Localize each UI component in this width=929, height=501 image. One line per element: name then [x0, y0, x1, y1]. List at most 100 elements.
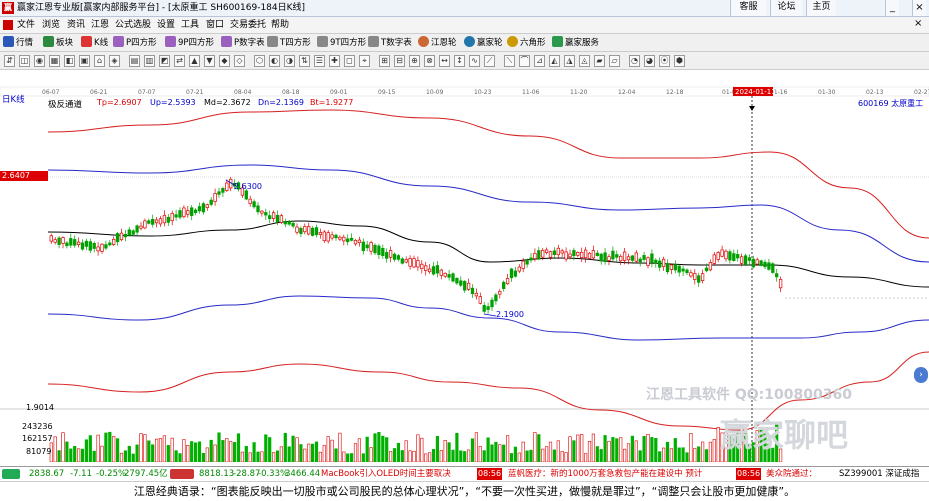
drawing-tool-icon[interactable]: ⦿	[659, 55, 670, 67]
sz-index-icon	[170, 469, 194, 479]
news-ticker-2[interactable]: 蓝帆医疗：新的1000万套急救包产能在建设中 预计	[508, 467, 702, 481]
toolbar-kline[interactable]: K线	[81, 36, 108, 50]
toolbar-gann-wheel[interactable]: 江恩轮	[418, 36, 457, 50]
drawing-tool-icon[interactable]: ▥	[144, 55, 155, 67]
volume-bar	[591, 433, 595, 462]
menu-info[interactable]: 资讯	[67, 18, 85, 33]
drawing-tool-icon[interactable]: ⊿	[534, 55, 545, 67]
drawing-tool-icon[interactable]: ◭	[549, 55, 560, 67]
volume-bar	[607, 440, 611, 462]
toolbar-hexagon[interactable]: 六角形	[507, 36, 546, 50]
drawing-tool-icon[interactable]: ◈	[109, 55, 120, 67]
toolbar-9p-square[interactable]: 9P四方形	[165, 36, 214, 50]
drawing-tool-icon[interactable]: ◧	[64, 55, 75, 67]
drawing-tool-icon[interactable]: ▼	[204, 55, 215, 67]
drawing-tool-icon[interactable]: ☰	[314, 55, 325, 67]
volume-bar	[494, 441, 498, 462]
drawing-tool-icon[interactable]: ⟍	[504, 55, 515, 67]
drawing-tool-icon[interactable]: ⇵	[4, 55, 15, 67]
drawing-tool-icon[interactable]: ⊕	[409, 55, 420, 67]
drawing-tool-icon[interactable]: ↔	[439, 55, 450, 67]
drawing-tool-icon[interactable]: ◐	[269, 55, 280, 67]
toolbar-t-square[interactable]: T四方形	[267, 36, 311, 50]
watermark-logo: 赢家聊吧	[720, 416, 849, 454]
drawing-tool-icon[interactable]: ▰	[594, 55, 605, 67]
drawing-tool-icon[interactable]: ∿	[469, 55, 480, 67]
forum-button[interactable]: 论坛	[770, 0, 802, 16]
drawing-tool-icon[interactable]: ◑	[284, 55, 295, 67]
drawing-tool-icon[interactable]: ▤	[129, 55, 140, 67]
minimize-button[interactable]: _	[885, 0, 899, 16]
app-logo-icon: 赢	[2, 2, 14, 14]
volume-bar	[229, 441, 233, 462]
volume-bar	[599, 449, 603, 462]
menu-file[interactable]: 文件	[17, 18, 35, 33]
toolbar-p-table[interactable]: P数字表	[221, 36, 265, 50]
volume-bar	[194, 442, 198, 462]
drawing-tool-icon[interactable]: ⇅	[299, 55, 310, 67]
menu-window[interactable]: 窗口	[206, 18, 224, 33]
drawing-tool-icon[interactable]: ✚	[329, 55, 340, 67]
toolbar-9t-square[interactable]: 9T四方形	[317, 36, 366, 50]
candle-body	[548, 251, 553, 258]
candle-body	[388, 250, 393, 258]
drawing-tool-icon[interactable]: ▱	[609, 55, 620, 67]
toolbar-sector[interactable]: 板块	[43, 36, 73, 50]
drawing-tool-icon[interactable]: ◕	[644, 55, 655, 67]
drawing-tool-icon[interactable]: ◩	[159, 55, 170, 67]
close-button[interactable]: ×	[912, 0, 926, 16]
volume-bar	[490, 444, 494, 462]
scroll-right-button[interactable]: ›	[914, 367, 928, 383]
volume-bar	[334, 448, 338, 462]
menu-browse[interactable]: 浏览	[42, 18, 60, 33]
toolbar-p-square[interactable]: P四方形	[113, 36, 157, 50]
drawing-tool-icon[interactable]: ◮	[564, 55, 575, 67]
menu-close-icon[interactable]: ×	[914, 18, 922, 29]
drawing-tool-icon[interactable]: ◆	[219, 55, 230, 67]
drawing-tool-icon[interactable]: ⬢	[674, 55, 685, 67]
menu-formula[interactable]: 公式选股	[115, 18, 151, 33]
drawing-tool-icon[interactable]: ↕	[454, 55, 465, 67]
volume-bar	[353, 443, 358, 462]
drawing-tool-icon[interactable]: ▦	[49, 55, 60, 67]
drawing-tool-icon[interactable]: ▲	[189, 55, 200, 67]
drawing-tool-icon[interactable]: ◉	[34, 55, 45, 67]
news-ticker-3[interactable]: 美众院通过：	[766, 467, 817, 481]
candle-body	[650, 253, 654, 264]
news-ticker-1[interactable]: MacBook引入OLED时间主要取决	[321, 467, 451, 481]
candle-body	[646, 257, 650, 266]
drawing-tool-icon[interactable]: ⌖	[359, 55, 370, 67]
drawing-tool-icon[interactable]: ◻	[344, 55, 355, 67]
drawing-tool-icon[interactable]: ⌒	[519, 55, 530, 67]
homepage-button[interactable]: 主页	[806, 0, 836, 16]
menu-trade[interactable]: 交易委托	[230, 18, 266, 33]
candle-body	[420, 263, 424, 270]
menu-settings[interactable]: 设置	[157, 18, 175, 33]
candle-body	[299, 227, 303, 234]
drawing-tool-icon[interactable]: ▣	[79, 55, 90, 67]
drawing-tool-icon[interactable]: ⊟	[394, 55, 405, 67]
drawing-tool-icon[interactable]: ⇄	[174, 55, 185, 67]
menu-tools[interactable]: 工具	[181, 18, 199, 33]
volume-bar	[521, 441, 525, 462]
drawing-tool-icon[interactable]: ◫	[19, 55, 30, 67]
toolbar-quotes[interactable]: 行情	[3, 36, 33, 50]
drawing-tool-icon[interactable]: ◔	[629, 55, 640, 67]
candle-body	[439, 269, 443, 276]
candle-body	[615, 254, 619, 258]
candle-body	[369, 242, 373, 252]
support-button[interactable]: 客服	[730, 0, 766, 16]
menu-help[interactable]: 帮助	[271, 18, 289, 33]
menu-gann[interactable]: 江恩	[91, 18, 109, 33]
toolbar-winner-service[interactable]: 赢家服务	[552, 36, 599, 50]
drawing-tool-icon[interactable]: ⊞	[379, 55, 390, 67]
drawing-tool-icon[interactable]: ⬡	[254, 55, 265, 67]
drawing-tool-icon[interactable]: ⌂	[94, 55, 105, 67]
candle-body	[115, 233, 120, 243]
drawing-tool-icon[interactable]: ◇	[234, 55, 245, 67]
toolbar-t-table[interactable]: T数字表	[368, 36, 412, 50]
drawing-tool-icon[interactable]: ⟋	[484, 55, 495, 67]
drawing-tool-icon[interactable]: ◬	[579, 55, 590, 67]
toolbar-winner-wheel[interactable]: 赢家轮	[464, 36, 503, 50]
drawing-tool-icon[interactable]: ⊗	[424, 55, 435, 67]
